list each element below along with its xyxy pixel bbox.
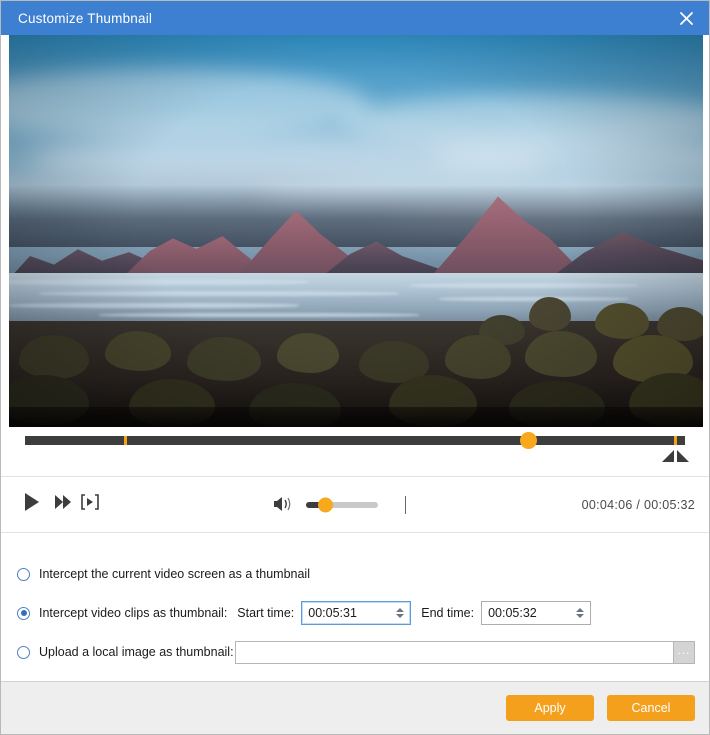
snow-streak bbox=[9, 279, 309, 285]
timeline-playhead[interactable] bbox=[520, 432, 538, 449]
end-time-spinner-arrows[interactable] bbox=[576, 608, 585, 618]
fast-forward-icon bbox=[54, 494, 72, 515]
foreground-shadow bbox=[9, 407, 703, 427]
snow-streak bbox=[439, 297, 629, 301]
bush bbox=[595, 303, 649, 339]
cancel-button[interactable]: Cancel bbox=[607, 695, 695, 721]
play-icon bbox=[23, 492, 41, 517]
option-upload-image-label: Upload a local image as thumbnail: bbox=[39, 645, 234, 659]
timeline-scrubber[interactable] bbox=[25, 436, 685, 445]
next-frame-button[interactable] bbox=[51, 493, 75, 517]
play-button[interactable] bbox=[19, 492, 45, 518]
start-time-label: Start time: bbox=[237, 606, 295, 620]
video-preview-container bbox=[1, 35, 709, 427]
speaker-icon[interactable] bbox=[273, 495, 293, 515]
bush bbox=[19, 335, 89, 379]
controls-divider bbox=[405, 495, 406, 514]
volume-slider[interactable] bbox=[306, 497, 378, 512]
start-time-input[interactable] bbox=[301, 601, 412, 625]
start-time-spinner-arrows[interactable] bbox=[396, 608, 405, 618]
timeline-marker-end[interactable] bbox=[673, 436, 677, 445]
timeline-row bbox=[1, 427, 709, 477]
trim-handles-group[interactable] bbox=[662, 449, 689, 468]
frame-capture-icon bbox=[81, 494, 99, 515]
end-time-label: End time: bbox=[421, 606, 475, 620]
snow-streak bbox=[9, 303, 299, 308]
start-time-stepper[interactable] bbox=[301, 601, 412, 625]
title-bar: Customize Thumbnail bbox=[1, 1, 709, 35]
volume-handle[interactable] bbox=[317, 497, 333, 512]
thumbnail-options: Intercept the current video screen as a … bbox=[1, 533, 709, 681]
option-video-clips[interactable]: Intercept video clips as thumbnail: Star… bbox=[1, 601, 709, 625]
bush bbox=[277, 333, 339, 373]
window-title: Customize Thumbnail bbox=[18, 10, 153, 26]
option-upload-image[interactable]: Upload a local image as thumbnail: ... bbox=[1, 640, 709, 664]
end-time-stepper[interactable] bbox=[481, 601, 592, 625]
time-display: 00:04:06 / 00:05:32 bbox=[581, 497, 695, 512]
snapshot-button[interactable] bbox=[79, 494, 101, 516]
trim-right-triangle-icon[interactable] bbox=[676, 449, 689, 468]
haze-band bbox=[9, 185, 703, 247]
end-time-input[interactable] bbox=[481, 601, 592, 625]
radio-video-clips[interactable] bbox=[17, 606, 30, 620]
close-icon bbox=[679, 11, 694, 26]
bush bbox=[445, 335, 511, 379]
trim-left-triangle-icon[interactable] bbox=[662, 449, 675, 468]
timeline-marker-start[interactable] bbox=[124, 436, 128, 445]
apply-button[interactable]: Apply bbox=[506, 695, 594, 721]
bush bbox=[105, 331, 171, 371]
snow-streak bbox=[409, 283, 639, 288]
caret-up-icon[interactable] bbox=[396, 608, 405, 612]
dialog-footer: Apply Cancel bbox=[1, 681, 709, 734]
radio-current-screen[interactable] bbox=[17, 567, 30, 581]
radio-upload-image[interactable] bbox=[17, 645, 30, 659]
caret-down-icon[interactable] bbox=[396, 614, 405, 618]
snow-streak bbox=[39, 291, 399, 296]
customize-thumbnail-dialog: Customize Thumbnail 00:04:06 / 00:05:32 … bbox=[0, 0, 710, 735]
upload-path-input[interactable] bbox=[234, 640, 673, 664]
browse-button[interactable]: ... bbox=[673, 640, 695, 664]
option-current-screen-label: Intercept the current video screen as a … bbox=[39, 567, 310, 581]
caret-up-icon[interactable] bbox=[576, 608, 585, 612]
video-preview[interactable] bbox=[9, 35, 703, 427]
bush bbox=[187, 337, 261, 381]
snow-streak bbox=[99, 313, 419, 317]
close-button[interactable] bbox=[663, 1, 709, 35]
caret-down-icon[interactable] bbox=[576, 614, 585, 618]
option-video-clips-label: Intercept video clips as thumbnail: bbox=[39, 606, 228, 620]
player-controls: 00:04:06 / 00:05:32 bbox=[1, 477, 709, 533]
option-current-screen[interactable]: Intercept the current video screen as a … bbox=[1, 563, 709, 585]
bush bbox=[529, 297, 571, 331]
